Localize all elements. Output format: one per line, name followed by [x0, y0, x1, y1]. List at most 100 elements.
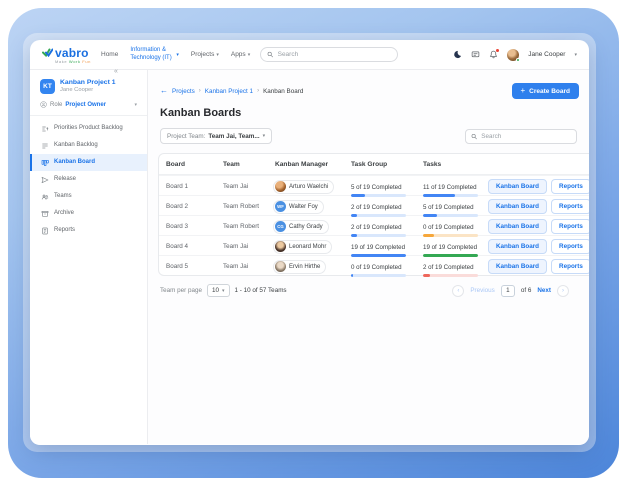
sidebar-menu: Priorities Product Backlog Kanban Backlo… [30, 116, 147, 239]
kanban-manager-chip: Ervin Hirthe [273, 260, 326, 274]
sidebar-item-release[interactable]: Release [30, 171, 147, 188]
sidebar-item-priorities-product-backlog[interactable]: Priorities Product Backlog [30, 120, 147, 137]
kanban-board-icon [41, 159, 49, 167]
global-search[interactable] [260, 47, 398, 62]
vabro-logo[interactable]: vabro Make Work Fun [42, 46, 91, 64]
user-name[interactable]: Jane Cooper [528, 51, 565, 58]
board-name: Board 3 [159, 223, 216, 230]
main-content: ← Projects › Kanban Project 1 › Kanban B… [148, 70, 589, 444]
person-icon [40, 101, 47, 108]
moon-icon [453, 50, 462, 59]
tasks-progress: 5 of 19 Completed [416, 196, 487, 217]
reports-button[interactable]: Reports [551, 199, 589, 214]
breadcrumb-kanban-project[interactable]: Kanban Project 1 [205, 88, 253, 95]
chevron-down-icon: ▾ [248, 52, 251, 58]
dark-mode-toggle[interactable] [453, 50, 462, 59]
kanban-board-button[interactable]: Kanban Board [488, 239, 547, 254]
table-search[interactable] [465, 129, 577, 144]
sidebar-item-archive[interactable]: Archive [30, 205, 147, 222]
project-owner: Jane Cooper [60, 87, 116, 93]
avatar [275, 181, 286, 192]
search-icon [267, 51, 273, 58]
pagination: Team per page 10 ▾ 1 - 10 of 57 Teams ‹ … [160, 284, 569, 297]
page-title: Kanban Boards [160, 107, 589, 119]
board-name: Board 4 [159, 243, 216, 250]
sidebar-collapse-icon[interactable]: « [114, 68, 118, 75]
reports-button[interactable]: Reports [551, 219, 589, 234]
chevron-right-icon: › [562, 288, 564, 294]
kanban-manager-chip: Arturo Waelchi [273, 180, 334, 194]
tasks-progress: 0 of 19 Completed [416, 216, 487, 237]
nav-information-technology[interactable]: Information & Technology (IT) ▾ [130, 47, 179, 62]
chevron-down-icon[interactable]: ▾ [574, 52, 577, 58]
chevron-down-icon: ▾ [222, 288, 225, 294]
backlog-icon [41, 142, 49, 150]
previous-button[interactable]: Previous [470, 287, 495, 294]
team-name: Team Robert [216, 223, 268, 230]
tasks-progress: 11 of 19 Completed [416, 176, 487, 197]
kanban-manager-chip: CG Cathy Grady [273, 220, 329, 234]
page-number-input[interactable] [501, 285, 515, 297]
messages-button[interactable] [471, 50, 480, 59]
sidebar-item-teams[interactable]: Teams [30, 188, 147, 205]
table-row: Board 1 Team Jai Arturo Waelchi 5 of 19 … [159, 175, 589, 195]
boards-table: Board Team Kanban Manager Task Group Tas… [158, 153, 589, 276]
back-arrow-icon[interactable]: ← [160, 87, 168, 95]
table-row: Board 3 Team Robert CG Cathy Grady 2 of … [159, 215, 589, 235]
search-icon [471, 133, 477, 140]
plus-icon: + [521, 87, 526, 95]
next-page-circle[interactable]: › [557, 285, 569, 297]
board-name: Board 1 [159, 183, 216, 190]
kanban-board-button[interactable]: Kanban Board [488, 199, 547, 214]
task-group-progress: 5 of 19 Completed [344, 176, 416, 197]
chat-icon [471, 50, 480, 59]
project-name: Kanban Project 1 [60, 79, 116, 86]
sidebar-item-reports[interactable]: Reports [30, 222, 147, 239]
sidebar-item-kanban-board[interactable]: Kanban Board [30, 154, 147, 171]
nav-home[interactable]: Home [101, 51, 118, 58]
sidebar: KT Kanban Project 1 Jane Cooper Role Pro… [30, 70, 148, 444]
kanban-board-button[interactable]: Kanban Board [488, 179, 547, 194]
kanban-manager-chip: WF Walter Foy [273, 200, 324, 214]
task-group-progress: 0 of 19 Completed [344, 256, 416, 277]
breadcrumb-separator: › [199, 88, 201, 94]
team-name: Team Jai [216, 183, 268, 190]
create-board-button[interactable]: + Create Board [512, 83, 580, 99]
per-page-select[interactable]: 10 ▾ [207, 284, 230, 297]
chevron-left-icon: ‹ [457, 288, 459, 294]
table-row: Board 4 Team Jai Leonard Mohr 19 of 19 C… [159, 235, 589, 255]
board-name: Board 5 [159, 263, 216, 270]
page-background: vabro Make Work Fun Home Information & T… [0, 0, 628, 480]
kanban-board-button[interactable]: Kanban Board [488, 259, 547, 274]
reports-button[interactable]: Reports [551, 179, 589, 194]
kanban-board-button[interactable]: Kanban Board [488, 219, 547, 234]
logo-text: vabro [55, 46, 89, 60]
team-name: Team Jai [216, 263, 268, 270]
project-team-filter[interactable]: Project Team: Team Jai, Team... ▾ [160, 128, 272, 144]
range-text: 1 - 10 of 57 Teams [235, 287, 287, 294]
chevron-down-icon: ▾ [216, 52, 219, 58]
breadcrumb-current: Kanban Board [263, 88, 303, 95]
sidebar-item-kanban-backlog[interactable]: Kanban Backlog [30, 137, 147, 154]
user-avatar[interactable] [507, 49, 519, 61]
nav-projects[interactable]: Projects ▾ [191, 51, 219, 58]
table-search-input[interactable] [481, 133, 571, 140]
notifications-button[interactable] [489, 50, 498, 59]
task-group-progress: 2 of 19 Completed [344, 216, 416, 237]
breadcrumb-separator: › [257, 88, 259, 94]
project-header[interactable]: KT Kanban Project 1 Jane Cooper [30, 77, 147, 98]
nav-apps[interactable]: Apps ▾ [231, 51, 250, 58]
search-input[interactable] [278, 51, 392, 58]
reports-button[interactable]: Reports [551, 239, 589, 254]
prev-page-circle[interactable]: ‹ [452, 285, 464, 297]
next-button[interactable]: Next [537, 287, 551, 294]
app-window: vabro Make Work Fun Home Information & T… [30, 40, 589, 445]
tasks-progress: 19 of 19 Completed [416, 236, 487, 257]
page-count-label: of 6 [521, 287, 532, 294]
online-status-dot [516, 58, 520, 62]
breadcrumb-projects[interactable]: Projects [172, 88, 195, 95]
avatar [275, 261, 286, 272]
reports-button[interactable]: Reports [551, 259, 589, 274]
avatar [275, 241, 286, 252]
role-selector[interactable]: Role Project Owner ▾ [30, 98, 147, 116]
